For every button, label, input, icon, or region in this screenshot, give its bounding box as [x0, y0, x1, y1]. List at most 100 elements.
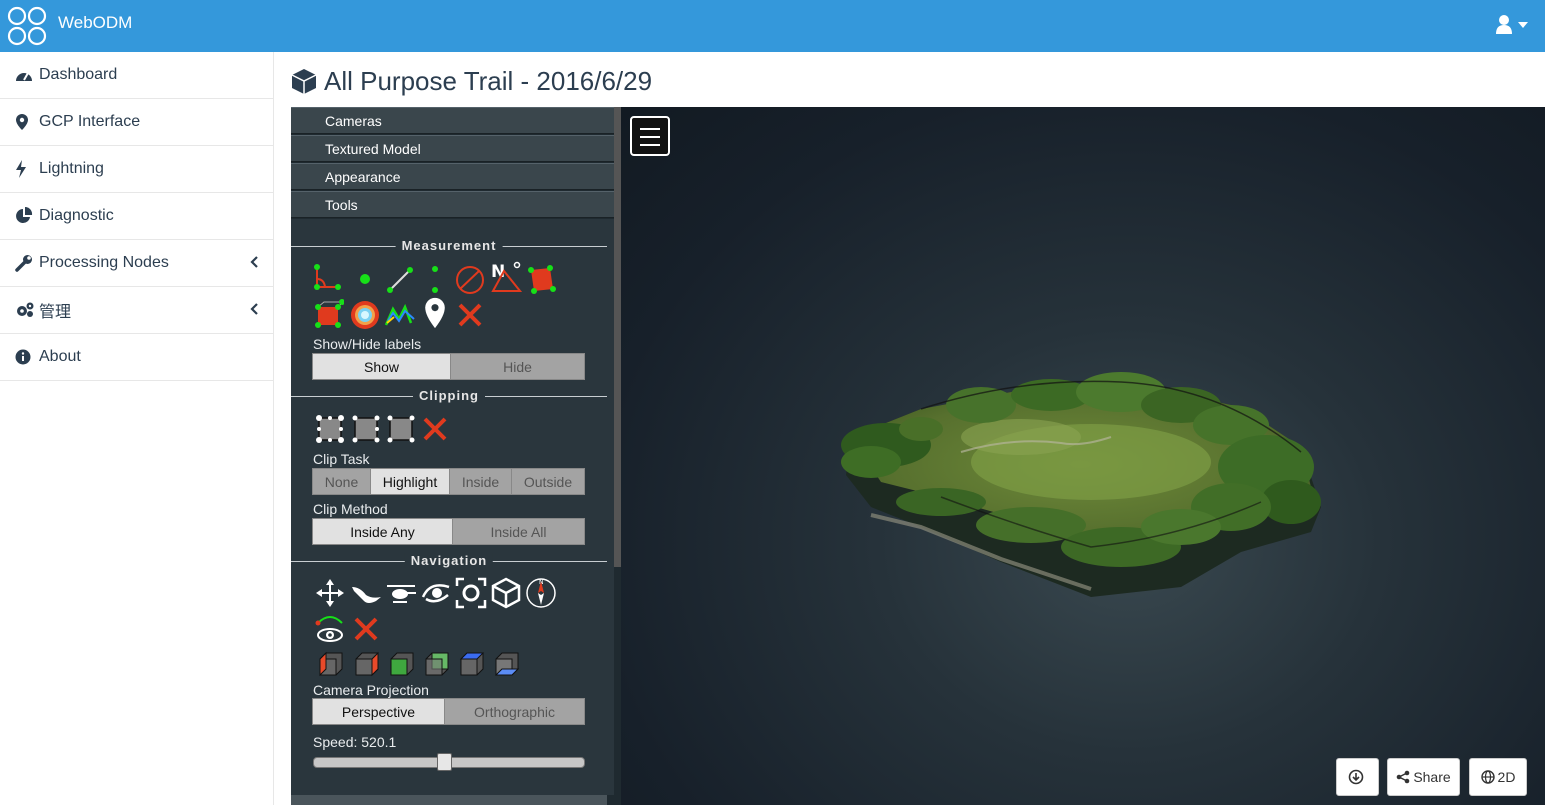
back-view-icon[interactable]	[420, 649, 452, 681]
sidebar-item-diagnostic[interactable]: Diagnostic	[0, 193, 273, 240]
clipping-divider: Clipping	[291, 388, 607, 404]
hamburger-menu-icon[interactable]	[630, 116, 670, 156]
height-profile-icon[interactable]	[384, 299, 416, 331]
sidebar-item-label: Dashboard	[39, 66, 118, 83]
distance-measure-icon[interactable]	[384, 263, 416, 295]
right-view-icon[interactable]	[350, 649, 382, 681]
clip-task-caption: Clip Task	[313, 451, 370, 467]
helicopter-controls-icon[interactable]	[385, 577, 417, 609]
sidebar-item-admin[interactable]: 管理	[0, 287, 273, 334]
remove-measurements-icon[interactable]	[454, 299, 486, 331]
remove-clipping-icon[interactable]	[419, 413, 451, 445]
earth-controls-icon[interactable]	[314, 577, 346, 609]
speed-slider[interactable]	[313, 753, 585, 771]
chevron-left-icon	[250, 303, 258, 315]
map-marker-icon	[15, 113, 35, 131]
pie-chart-icon	[15, 207, 35, 225]
camera-projection-toggle: Perspective Orthographic	[312, 698, 585, 725]
bottom-view-icon[interactable]	[490, 649, 522, 681]
panel-footer	[291, 795, 607, 805]
clip-method-inside-all-button[interactable]: Inside All	[453, 519, 584, 544]
top-navbar: WebODM	[0, 0, 1545, 52]
caret-down-icon	[1518, 22, 1528, 28]
annotation-icon[interactable]	[419, 297, 451, 329]
point-cloud-model	[841, 372, 1321, 597]
projection-perspective-button[interactable]: Perspective	[313, 699, 445, 724]
sidebar-item-label: GCP Interface	[39, 113, 141, 130]
sidebar-item-label: Lightning	[39, 160, 104, 177]
webodm-logo-icon[interactable]	[6, 5, 48, 47]
sidebar: Dashboard GCP Interface Lightning Diagno…	[0, 52, 274, 805]
labels-toggle: Show Hide	[312, 353, 585, 380]
sidebar-item-gcp-interface[interactable]: GCP Interface	[0, 99, 273, 146]
clip-task-inside-button[interactable]: Inside	[450, 469, 512, 494]
clip-task-outside-button[interactable]: Outside	[512, 469, 584, 494]
share-button[interactable]: Share	[1387, 758, 1460, 796]
download-icon	[1348, 769, 1364, 785]
fps-controls-icon[interactable]	[350, 577, 382, 609]
sidebar-item-dashboard[interactable]: Dashboard	[0, 52, 273, 99]
accordion-textured-model[interactable]: Textured Model	[291, 135, 614, 162]
info-circle-icon	[15, 348, 35, 366]
accordion-cameras[interactable]: Cameras	[291, 107, 614, 134]
user-icon[interactable]	[1495, 13, 1531, 37]
compass-icon[interactable]: N	[525, 577, 557, 609]
brand-name[interactable]: WebODM	[58, 13, 132, 33]
navigation-cube-icon[interactable]	[490, 577, 522, 609]
accordion-appearance[interactable]: Appearance	[291, 163, 614, 190]
page-title: All Purpose Trail - 2016/6/29	[290, 63, 652, 99]
globe-icon	[1480, 770, 1495, 784]
focus-icon[interactable]	[455, 577, 487, 609]
sidebar-item-about[interactable]: About	[0, 334, 273, 381]
sidebar-item-lightning[interactable]: Lightning	[0, 146, 273, 193]
top-view-icon[interactable]	[455, 649, 487, 681]
camera-animation-icon[interactable]	[314, 613, 346, 645]
sidebar-item-processing-nodes[interactable]: Processing Nodes	[0, 240, 273, 287]
azimuth-measure-icon[interactable]: N	[490, 261, 522, 293]
area-measure-icon[interactable]	[526, 263, 558, 295]
camera-projection-caption: Camera Projection	[313, 682, 429, 698]
angle-measure-icon[interactable]	[312, 263, 344, 295]
bolt-icon	[15, 160, 35, 178]
height-measure-icon[interactable]	[419, 263, 451, 295]
labels-hide-button[interactable]: Hide	[451, 354, 584, 379]
speed-slider-thumb[interactable]	[437, 753, 453, 771]
point-measure-icon[interactable]	[349, 263, 381, 295]
front-view-icon[interactable]	[385, 649, 417, 681]
view-2d-button[interactable]: 2D	[1469, 758, 1527, 796]
download-button[interactable]	[1336, 758, 1379, 796]
circle-measure-icon[interactable]	[454, 263, 486, 295]
clip-method-caption: Clip Method	[313, 501, 388, 517]
labels-caption: Show/Hide labels	[313, 336, 422, 352]
left-view-icon[interactable]	[314, 649, 346, 681]
clipping-heading: Clipping	[413, 388, 485, 403]
clip-screen-box-icon[interactable]	[385, 413, 417, 445]
chevron-left-icon	[250, 256, 258, 268]
volume-measure-icon[interactable]	[312, 299, 344, 331]
labels-show-button[interactable]: Show	[313, 354, 451, 379]
view-2d-label: 2D	[1497, 769, 1516, 785]
measurement-divider: Measurement	[291, 238, 607, 254]
sidebar-item-label: About	[39, 348, 81, 365]
clip-task-highlight-button[interactable]: Highlight	[371, 469, 450, 494]
projection-orthographic-button[interactable]: Orthographic	[445, 699, 584, 724]
wrench-icon	[15, 254, 35, 272]
page-title-text: All Purpose Trail - 2016/6/29	[324, 65, 653, 96]
point-cloud-render	[841, 372, 1321, 597]
clip-polygon-icon[interactable]	[350, 413, 382, 445]
sphere-volume-icon[interactable]	[349, 299, 381, 331]
accordion-tools[interactable]: Tools	[291, 191, 614, 218]
navigation-divider: Navigation	[291, 553, 607, 569]
clip-method-inside-any-button[interactable]: Inside Any	[313, 519, 453, 544]
speed-label: Speed: 520.1	[313, 734, 397, 750]
dashboard-icon	[15, 66, 35, 84]
potree-viewport[interactable]	[621, 107, 1545, 805]
cube-icon	[291, 69, 317, 94]
clip-task-none-button[interactable]: None	[313, 469, 371, 494]
orbit-controls-icon[interactable]	[420, 577, 452, 609]
gears-icon	[15, 301, 35, 319]
svg-text:N: N	[539, 579, 544, 586]
clip-volume-icon[interactable]	[314, 413, 346, 445]
panel-scrollbar[interactable]	[614, 107, 621, 567]
remove-animation-icon[interactable]	[350, 613, 382, 645]
